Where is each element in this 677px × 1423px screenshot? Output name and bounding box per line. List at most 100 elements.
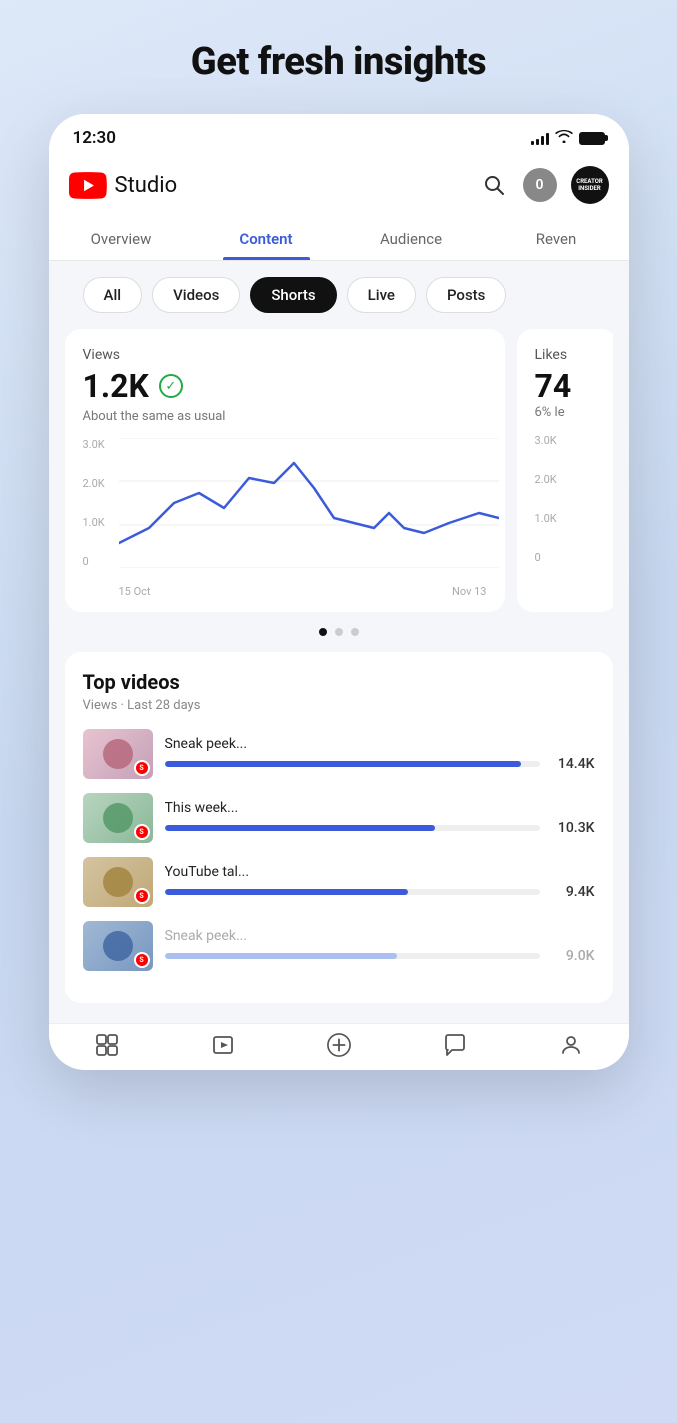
- video-bar-row-1: 14.4K: [165, 756, 595, 772]
- video-bar-fill-2: [165, 825, 435, 831]
- stats-cards: Views 1.2K ✓ About the same as usual 3.0…: [65, 329, 613, 612]
- tab-overview[interactable]: Overview: [49, 218, 194, 260]
- logo-area: Studio: [69, 172, 178, 199]
- signal-bar-2: [536, 139, 539, 145]
- views-value-row: 1.2K ✓: [83, 367, 487, 405]
- video-bar-row-2: 10.3K: [165, 820, 595, 836]
- bottom-nav-content[interactable]: [211, 1034, 235, 1056]
- header-actions: 0 CREATOR INSIDER: [479, 166, 609, 204]
- likes-y-0: 0: [535, 551, 557, 564]
- bottom-nav-comments[interactable]: [443, 1034, 467, 1056]
- main-content: All Videos Shorts Live Posts Views 1.2K …: [49, 261, 629, 1023]
- views-subtitle: About the same as usual: [83, 409, 487, 424]
- y-label-2k: 2.0K: [83, 477, 105, 490]
- chart-svg: [119, 438, 499, 568]
- filter-pills: All Videos Shorts Live Posts: [65, 261, 613, 329]
- video-thumbnail-1: S: [83, 729, 153, 779]
- video-bar-bg-2: [165, 825, 540, 831]
- comments-icon: [443, 1034, 467, 1056]
- youtube-logo-icon: [69, 172, 107, 199]
- search-button[interactable]: [479, 170, 509, 200]
- likes-stats-card: Likes 74 6% le 3.0K 2.0K 1.0K 0: [517, 329, 613, 612]
- video-thumbnail-3: S: [83, 857, 153, 907]
- video-info-2: This week... 10.3K: [165, 800, 595, 836]
- views-stats-card: Views 1.2K ✓ About the same as usual 3.0…: [65, 329, 505, 612]
- video-views-2: 10.3K: [550, 820, 595, 836]
- notification-badge[interactable]: 0: [523, 168, 557, 202]
- bottom-nav: [49, 1023, 629, 1070]
- video-bar-bg-4: [165, 953, 540, 959]
- creator-insider-badge[interactable]: CREATOR INSIDER: [571, 166, 609, 204]
- pagination-dots: [65, 628, 613, 636]
- x-label-end: Nov 13: [452, 585, 486, 598]
- likes-y-3k: 3.0K: [535, 434, 557, 447]
- status-icons: [531, 130, 605, 147]
- x-label-start: 15 Oct: [119, 585, 151, 598]
- y-label-1k: 1.0K: [83, 516, 105, 529]
- dot-3[interactable]: [351, 628, 359, 636]
- video-views-1: 14.4K: [550, 756, 595, 772]
- tab-content[interactable]: Content: [194, 218, 339, 260]
- app-header: Studio 0 CREATOR INSIDER: [49, 156, 629, 218]
- pill-shorts[interactable]: Shorts: [250, 277, 336, 313]
- video-item[interactable]: S YouTube tal... 9.4K: [83, 857, 595, 907]
- pill-all[interactable]: All: [83, 277, 143, 313]
- video-thumbnail-4: S: [83, 921, 153, 971]
- dot-1[interactable]: [319, 628, 327, 636]
- dot-2[interactable]: [335, 628, 343, 636]
- pill-live[interactable]: Live: [347, 277, 416, 313]
- likes-chart: 3.0K 2.0K 1.0K 0: [535, 434, 599, 594]
- pill-posts[interactable]: Posts: [426, 277, 506, 313]
- signal-bar-1: [531, 141, 534, 145]
- video-info-4: Sneak peek... 9.0K: [165, 928, 595, 964]
- add-icon: [327, 1034, 351, 1056]
- video-title-4: Sneak peek...: [165, 928, 595, 944]
- wifi-icon: [555, 130, 573, 147]
- creator-badge-label: CREATOR INSIDER: [571, 178, 609, 192]
- tab-audience[interactable]: Audience: [339, 218, 484, 260]
- video-bar-fill-4: [165, 953, 398, 959]
- views-label: Views: [83, 347, 487, 363]
- bottom-nav-dashboard[interactable]: [95, 1034, 119, 1056]
- video-item[interactable]: S Sneak peek... 14.4K: [83, 729, 595, 779]
- battery-icon: [579, 132, 605, 145]
- video-info-3: YouTube tal... 9.4K: [165, 864, 595, 900]
- video-title-1: Sneak peek...: [165, 736, 595, 752]
- signal-bars-icon: [531, 131, 549, 145]
- tab-revenue[interactable]: Reven: [484, 218, 629, 260]
- signal-bar-4: [546, 133, 549, 145]
- video-views-3: 9.4K: [550, 884, 595, 900]
- top-videos-card: Top videos Views · Last 28 days S Sneak …: [65, 652, 613, 1003]
- top-videos-subtitle: Views · Last 28 days: [83, 698, 595, 713]
- phone-frame: 12:30 Studio: [49, 114, 629, 1070]
- video-item[interactable]: S This week... 10.3K: [83, 793, 595, 843]
- trend-icon: ✓: [159, 374, 183, 398]
- likes-y-1k: 1.0K: [535, 512, 557, 525]
- top-videos-title: Top videos: [83, 670, 595, 694]
- page-title: Get fresh insights: [191, 40, 486, 84]
- chart-x-labels: 15 Oct Nov 13: [119, 585, 487, 598]
- signal-bar-3: [541, 136, 544, 145]
- video-title-3: YouTube tal...: [165, 864, 595, 880]
- bottom-nav-profile[interactable]: [559, 1034, 583, 1056]
- likes-label: Likes: [535, 347, 599, 363]
- bottom-nav-add[interactable]: [327, 1034, 351, 1056]
- views-value: 1.2K: [83, 367, 149, 405]
- video-info-1: Sneak peek... 14.4K: [165, 736, 595, 772]
- pill-videos[interactable]: Videos: [152, 277, 240, 313]
- video-title-2: This week...: [165, 800, 595, 816]
- video-item[interactable]: S Sneak peek... 9.0K: [83, 921, 595, 971]
- content-icon: [211, 1034, 235, 1056]
- likes-y-labels: 3.0K 2.0K 1.0K 0: [535, 434, 557, 564]
- video-bar-bg-1: [165, 761, 540, 767]
- video-bar-fill-3: [165, 889, 409, 895]
- likes-value: 74: [535, 367, 599, 405]
- shorts-badge-1: S: [134, 760, 150, 776]
- dashboard-icon: [95, 1034, 119, 1056]
- likes-subtitle: 6% le: [535, 405, 599, 420]
- y-label-3k: 3.0K: [83, 438, 105, 451]
- profile-icon: [559, 1034, 583, 1056]
- y-label-0: 0: [83, 555, 105, 568]
- video-bar-bg-3: [165, 889, 540, 895]
- video-bar-row-3: 9.4K: [165, 884, 595, 900]
